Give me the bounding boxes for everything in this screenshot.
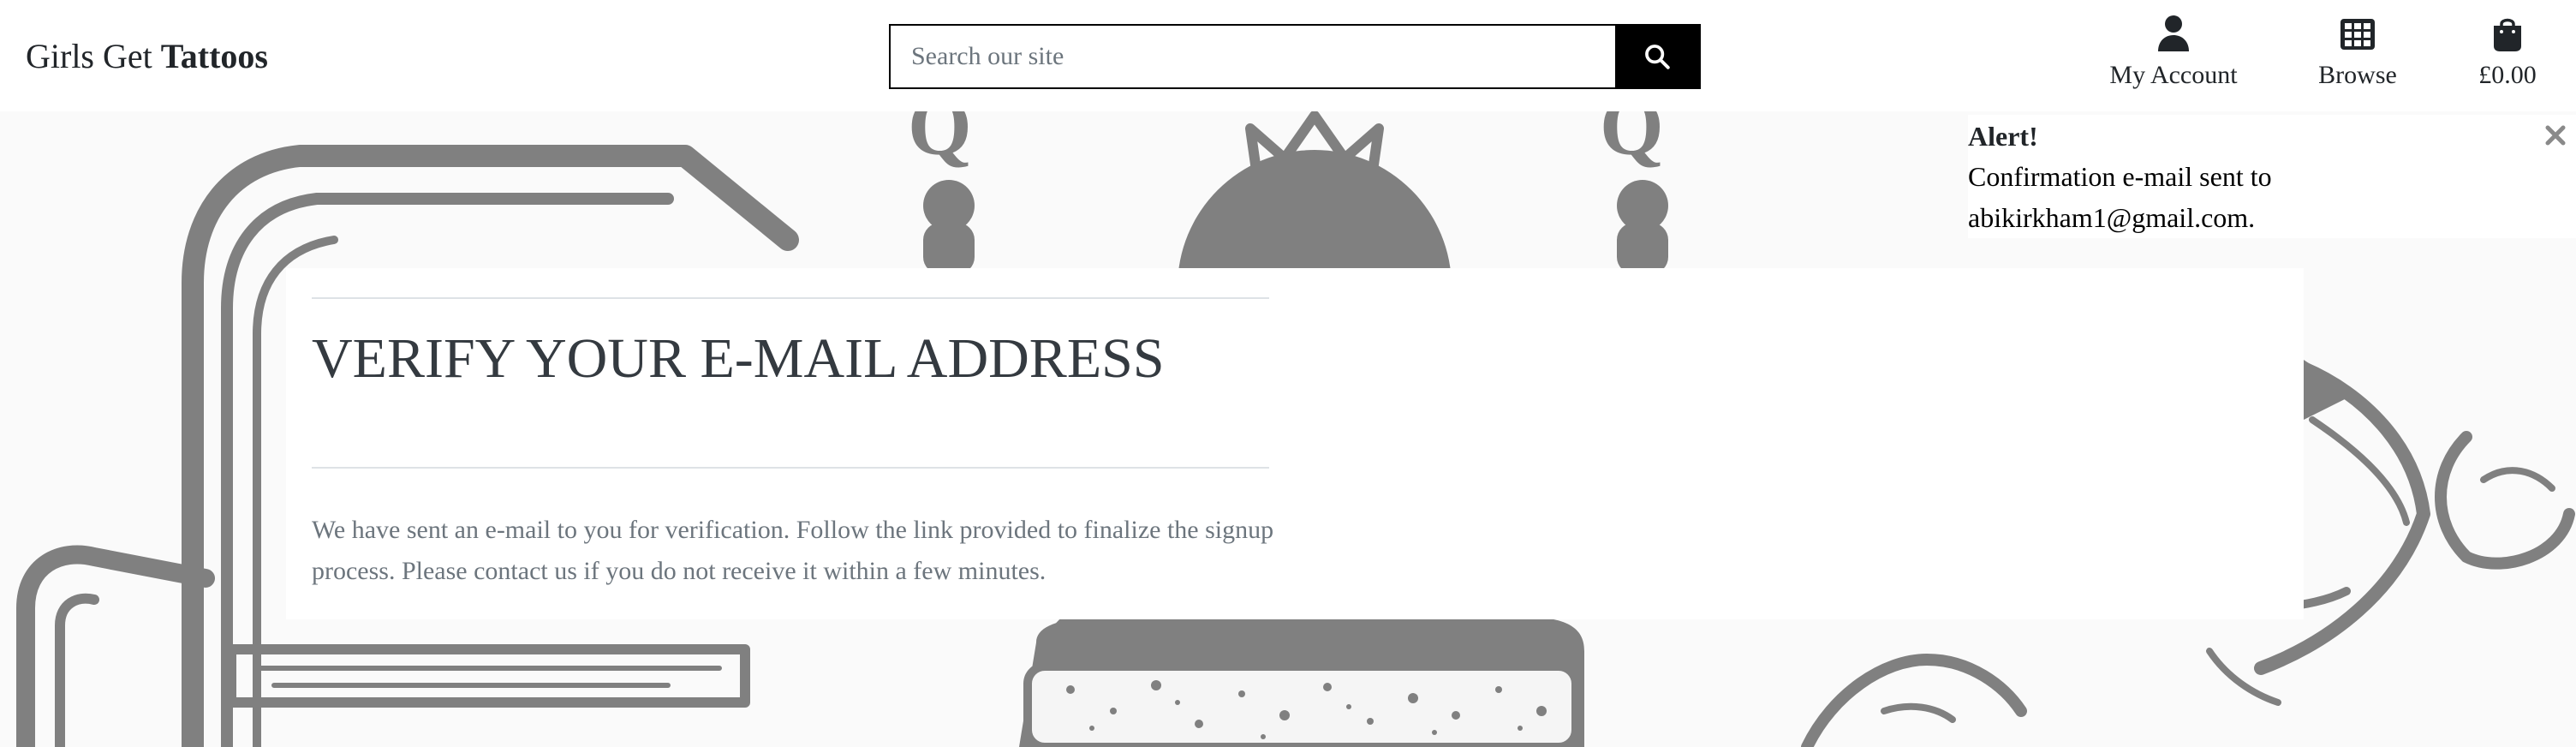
page-title: VERIFY YOUR E-MAIL ADDRESS — [312, 327, 1165, 390]
alert-toast: Alert! Confirmation e-mail sent to abiki… — [1968, 115, 2576, 238]
divider-top — [312, 297, 1269, 299]
verification-message: We have sent an e-mail to you for verifi… — [312, 516, 1274, 585]
svg-text:Q: Q — [908, 111, 972, 172]
brand-bold: Tattoos — [160, 37, 268, 75]
search-button[interactable] — [1615, 26, 1699, 87]
user-icon — [2158, 15, 2189, 51]
verify-email-card: VERIFY YOUR E-MAIL ADDRESS We have sent … — [286, 268, 2304, 619]
alert-title: Alert! — [1968, 121, 2038, 152]
bag-total: £0.00 — [2478, 61, 2537, 89]
alert-message: Confirmation e-mail sent to abikirkham1@… — [1968, 161, 2272, 233]
divider-bottom — [312, 467, 1269, 469]
nav-shopping-bag[interactable]: £0.00 — [2463, 14, 2552, 99]
search-form — [889, 24, 1701, 89]
nav-browse[interactable]: Browse — [2302, 14, 2413, 99]
browse-label: Browse — [2318, 61, 2397, 89]
search-input[interactable] — [891, 26, 1617, 87]
svg-text:Q: Q — [1600, 111, 1664, 172]
close-button[interactable] — [2540, 120, 2571, 151]
nav-my-account[interactable]: My Account — [2096, 14, 2251, 99]
close-icon — [2545, 125, 2566, 146]
brand-prefix: Girls Get — [26, 37, 152, 75]
my-account-label: My Account — [2109, 61, 2238, 89]
search-icon — [1645, 45, 1670, 69]
brand-logo[interactable]: Girls Get Tattoos — [26, 31, 268, 82]
grid-icon — [2340, 19, 2375, 50]
shopping-bag-icon — [2494, 18, 2521, 51]
site-header: Girls Get Tattoos My Account Browse — [0, 0, 2576, 115]
